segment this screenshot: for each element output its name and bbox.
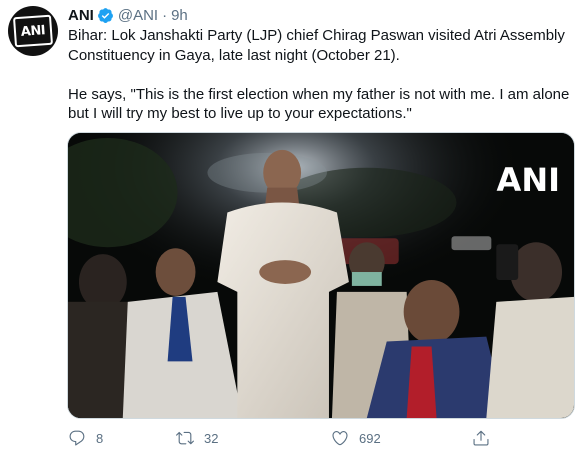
avatar[interactable]: ANI <box>8 6 58 56</box>
tweet-header: ANI @ANI · 9h <box>68 5 188 25</box>
tweet-video[interactable]: ANI <box>67 132 575 419</box>
like-icon <box>332 431 348 446</box>
avatar-logo: ANI <box>12 14 54 48</box>
tweet-text: Bihar: Lok Janshakti Party (LJP) chief C… <box>68 27 570 122</box>
separator-dot: · <box>162 6 168 24</box>
retweet-count: 32 <box>204 430 219 446</box>
retweet-icon <box>176 431 194 445</box>
like-button[interactable]: 692 <box>331 426 381 450</box>
tweet-actions: 8 32 692 <box>68 426 498 450</box>
verified-badge-icon <box>97 7 114 24</box>
timestamp[interactable]: 9h <box>171 7 188 24</box>
retweet-button[interactable]: 32 <box>176 426 218 450</box>
share-icon <box>473 430 489 446</box>
like-count: 692 <box>359 430 381 446</box>
reply-count: 8 <box>96 430 104 446</box>
video-watermark: ANI <box>496 161 560 199</box>
author-handle[interactable]: @ANI <box>118 7 158 24</box>
share-button[interactable] <box>472 426 500 450</box>
tweet[interactable]: ANI ANI @ANI · 9h Bihar: Lok Janshakti P… <box>0 0 578 455</box>
reply-icon <box>69 430 85 446</box>
author-name[interactable]: ANI <box>68 7 94 24</box>
reply-button[interactable]: 8 <box>68 426 103 450</box>
